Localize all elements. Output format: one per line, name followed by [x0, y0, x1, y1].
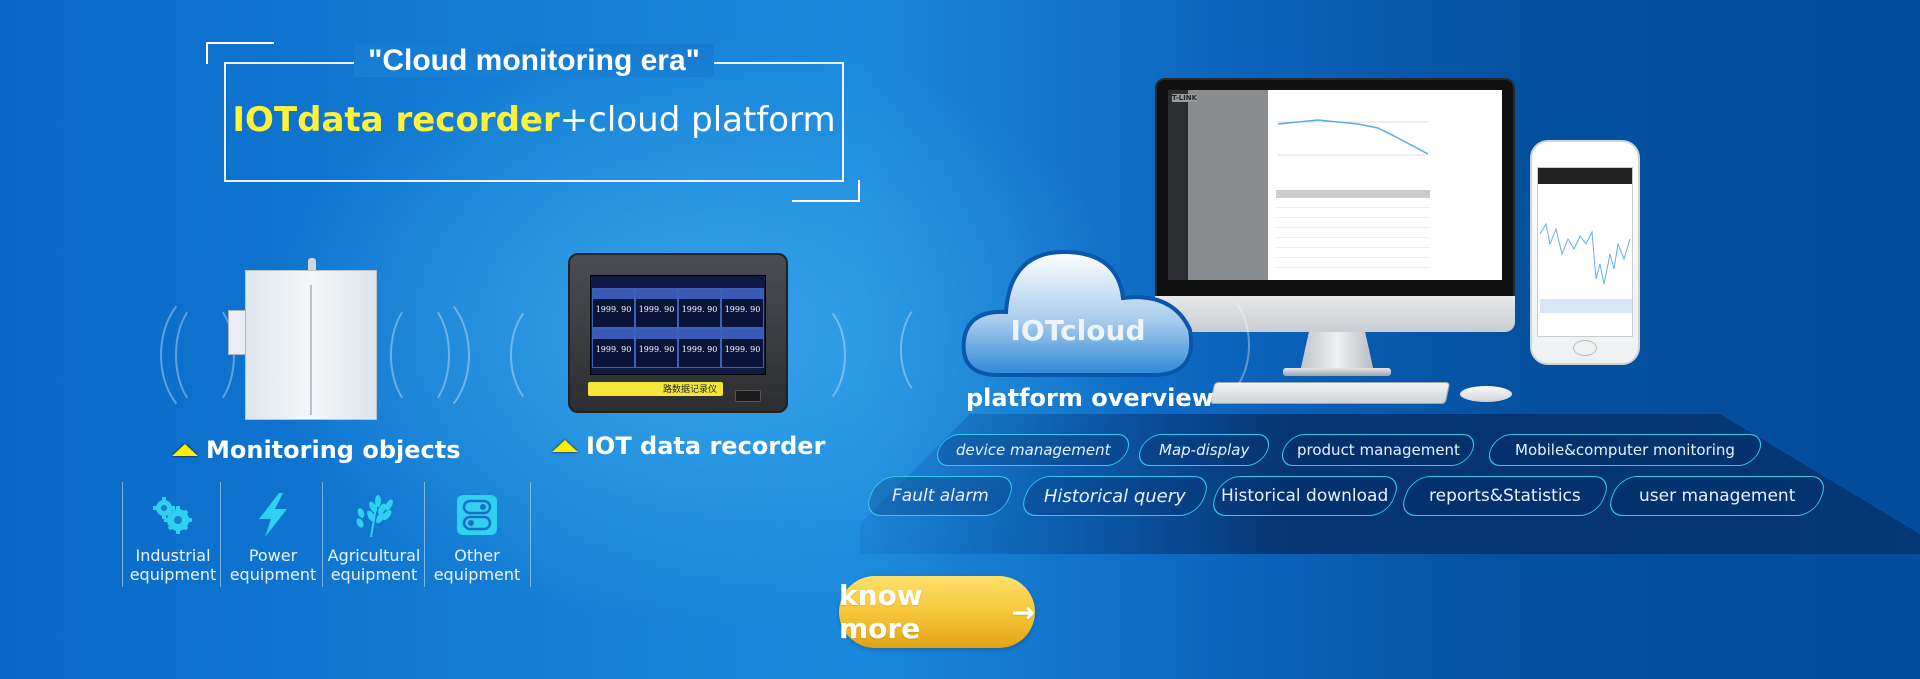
feature-label: Fault alarm [891, 486, 989, 506]
monitoring-objects-text: Monitoring objects [206, 436, 461, 464]
feature-device-management[interactable]: device management [932, 434, 1134, 466]
equipment-label-line1: Agricultural [327, 546, 421, 565]
monitor-stand [1300, 332, 1374, 372]
feature-label: Mobile&computer monitoring [1515, 441, 1735, 459]
arrow-right-icon: → [1011, 595, 1035, 629]
channel-value: 1999. 90 [595, 345, 632, 354]
feature-label: product management [1296, 441, 1460, 459]
channel-value: 1999. 90 [681, 345, 718, 354]
wheat-icon [323, 492, 425, 538]
usb-port-icon [735, 390, 761, 402]
recorder-screen: 1999. 90 1999. 90 1999. 90 1999. 90 1999… [590, 275, 766, 375]
know-more-label: know more [839, 579, 923, 645]
monitoring-objects-label: Monitoring objects [172, 436, 460, 464]
tagline-text: "Cloud monitoring era" [354, 44, 714, 77]
equipment-agricultural[interactable]: Agricultural equipment [323, 492, 425, 584]
phone-app-header [1538, 168, 1632, 184]
monitor-line-chart [1278, 119, 1428, 156]
channel-value: 1999. 90 [681, 305, 718, 314]
feature-label: user management [1638, 486, 1796, 506]
tagline: "Cloud monitoring era" [0, 44, 1068, 78]
divider [530, 482, 531, 587]
headline-highlight: IOTdata recorder [232, 100, 560, 140]
feature-reports-statistics[interactable]: reports&Statistics [1397, 476, 1613, 516]
phone-home-button [1573, 340, 1597, 356]
iot-recorder-label: IOT data recorder [552, 432, 825, 460]
equipment-label-line2: equipment [229, 565, 317, 584]
feature-label: Historical download [1221, 486, 1389, 506]
equipment-label-line1: Power [248, 546, 298, 565]
feature-map-display[interactable]: Map-display [1134, 434, 1274, 466]
feature-label: Map-display [1158, 441, 1250, 459]
feature-label: device management [955, 441, 1111, 459]
channel-value: 1999. 90 [724, 345, 761, 354]
cloud-icon [961, 249, 1194, 377]
equipment-label-line1: Other [454, 546, 500, 565]
mouse-image [1460, 386, 1512, 402]
equipment-industrial[interactable]: Industrial equipment [122, 492, 224, 584]
feature-historical-download[interactable]: Historical download [1207, 476, 1403, 516]
feature-historical-query[interactable]: Historical query [1017, 476, 1213, 516]
feature-user-management[interactable]: user management [1604, 476, 1830, 516]
lightning-icon [222, 492, 324, 538]
cloud-subtitle: platform overview [966, 384, 1214, 412]
channel-value: 1999. 90 [638, 305, 675, 314]
equipment-label-line2: equipment [129, 565, 217, 584]
channel-value: 1999. 90 [724, 305, 761, 314]
monitor-screen: T-LINK [1168, 90, 1502, 280]
gears-icon [122, 492, 224, 538]
app-brand: T-LINK [1172, 94, 1197, 102]
keyboard-image [1209, 382, 1451, 404]
iot-recorder-text: IOT data recorder [586, 432, 826, 460]
channel-value: 1999. 90 [638, 345, 675, 354]
headline-rest: +cloud platform [559, 100, 836, 140]
oven-control-panel [228, 310, 246, 355]
feature-fault-alarm[interactable]: Fault alarm [862, 476, 1018, 516]
cloud-name: IOTcloud [1010, 314, 1146, 347]
equipment-other[interactable]: Other equipment [426, 492, 528, 584]
yellow-triangle-icon [172, 444, 198, 456]
monitor-base [1283, 368, 1391, 376]
equipment-label-line1: Industrial [135, 546, 211, 565]
toggle-switch-icon [426, 492, 528, 538]
headline: IOTdata recorder+cloud platform [224, 100, 844, 140]
yellow-triangle-icon [552, 440, 578, 452]
frame-corner-bottom-right [792, 180, 860, 202]
phone-screen [1537, 167, 1633, 337]
feature-label: reports&Statistics [1429, 486, 1581, 506]
equipment-list: Industrial equipment Power equipment Agric… [122, 482, 532, 587]
phone-chart [1539, 222, 1632, 313]
signal-wave-icon [900, 300, 960, 400]
feature-mobile-computer-monitoring[interactable]: Mobile&computer monitoring [1484, 434, 1766, 466]
recorder-nameplate: 路数据记录仪 [588, 382, 723, 396]
monitor-table [1276, 190, 1430, 270]
signal-wave-icon [380, 290, 470, 420]
feature-label: Historical query [1044, 485, 1186, 507]
know-more-button[interactable]: know more → [839, 576, 1035, 648]
channel-value: 1999. 90 [595, 305, 632, 314]
equipment-label-line2: equipment [330, 565, 418, 584]
oven-door-split [310, 285, 312, 415]
equipment-power[interactable]: Power equipment [222, 492, 324, 584]
equipment-label-line2: equipment [433, 565, 521, 584]
feature-product-management[interactable]: product management [1277, 434, 1479, 466]
